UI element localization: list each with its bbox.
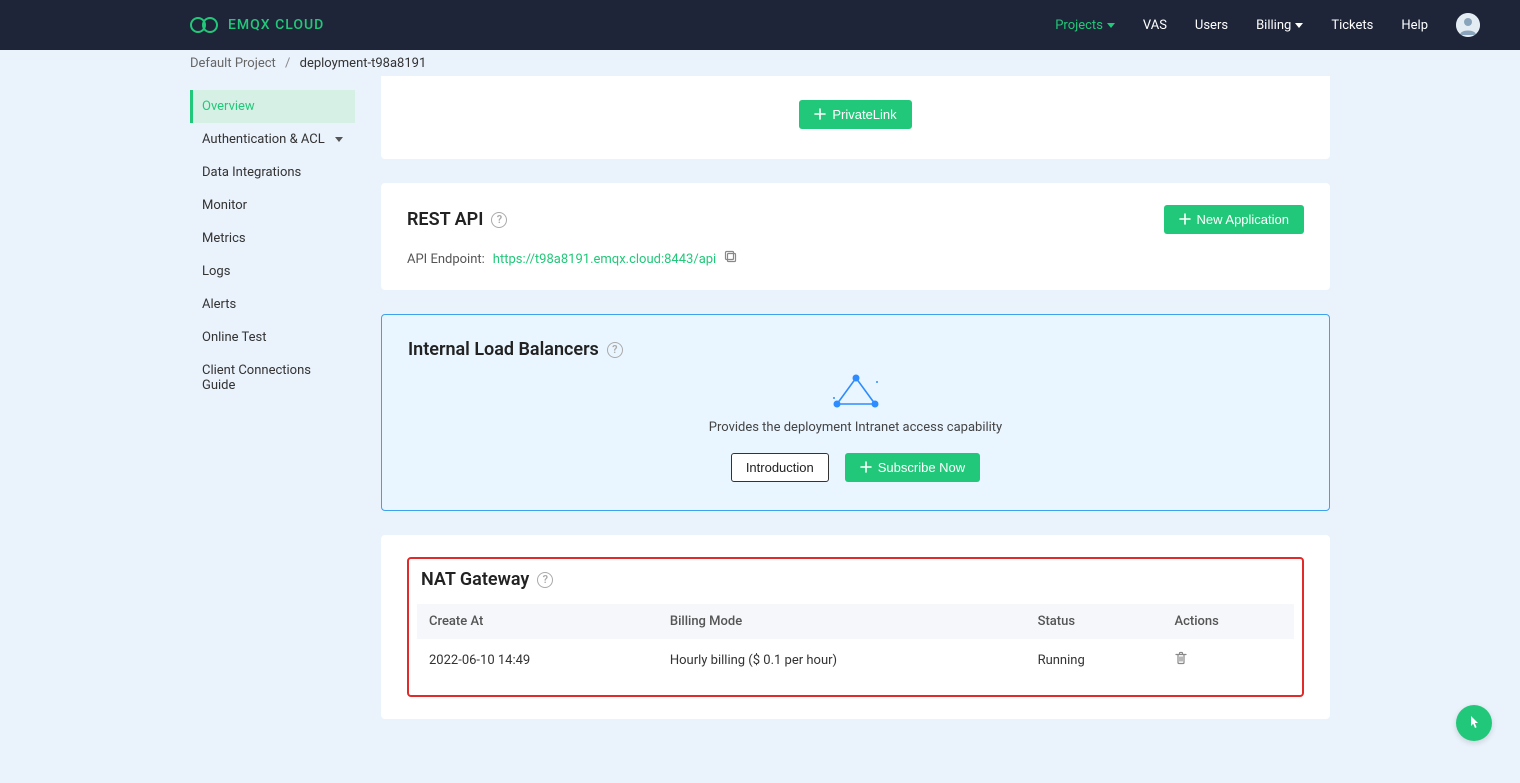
- new-application-button[interactable]: New Application: [1164, 205, 1305, 234]
- sidebar-item-label: Online Test: [202, 330, 266, 345]
- breadcrumb-bar: Default Project / deployment-t98a8191: [0, 50, 1520, 76]
- sidebar-item-auth-acl[interactable]: Authentication & ACL: [190, 123, 355, 156]
- plus-icon: [1179, 213, 1191, 227]
- trash-icon[interactable]: [1174, 654, 1188, 669]
- cell-created: 2022-06-10 14:49: [417, 639, 658, 681]
- sidebar-item-label: Logs: [202, 264, 230, 279]
- privatelink-button[interactable]: PrivateLink: [799, 100, 911, 129]
- internal-load-balancers-card: Internal Load Balancers ? Provides the d…: [381, 314, 1330, 511]
- brand-icon: [190, 15, 220, 35]
- col-created: Create At: [417, 604, 658, 639]
- introduction-button[interactable]: Introduction: [731, 453, 829, 482]
- api-endpoint-label: API Endpoint:: [407, 252, 485, 267]
- api-endpoint-link[interactable]: https://t98a8191.emqx.cloud:8443/api: [493, 252, 716, 267]
- caret-down-icon: [335, 137, 343, 142]
- breadcrumb-separator: /: [285, 56, 290, 71]
- cell-actions: [1162, 639, 1294, 681]
- breadcrumb-deployment[interactable]: deployment-t98a8191: [300, 56, 427, 71]
- plus-icon: [814, 108, 826, 122]
- sidebar-item-label: Client Connections Guide: [202, 363, 343, 393]
- sidebar-item-label: Authentication & ACL: [202, 132, 325, 147]
- button-label: Introduction: [746, 460, 814, 475]
- sidebar-item-monitor[interactable]: Monitor: [190, 189, 355, 222]
- table-row: 2022-06-10 14:49 Hourly billing ($ 0.1 p…: [417, 639, 1294, 681]
- button-label: New Application: [1197, 212, 1290, 227]
- sidebar-item-metrics[interactable]: Metrics: [190, 222, 355, 255]
- nav-billing[interactable]: Billing: [1256, 18, 1303, 33]
- nav-help[interactable]: Help: [1401, 18, 1428, 33]
- privatelink-card: PrivateLink: [381, 76, 1330, 159]
- avatar[interactable]: [1456, 13, 1480, 37]
- help-icon[interactable]: ?: [491, 212, 507, 228]
- col-billing: Billing Mode: [658, 604, 1026, 639]
- copy-icon[interactable]: [724, 250, 738, 268]
- rest-api-title: REST API ?: [407, 209, 507, 230]
- nav-vas[interactable]: VAS: [1143, 18, 1167, 33]
- nat-highlight-box: NAT Gateway ? Create At Billing Mode Sta…: [407, 557, 1304, 697]
- nat-gateway-card: NAT Gateway ? Create At Billing Mode Sta…: [381, 535, 1330, 719]
- breadcrumb-project[interactable]: Default Project: [190, 56, 276, 71]
- sidebar-item-logs[interactable]: Logs: [190, 255, 355, 288]
- top-nav: EMQX CLOUD Projects VAS Users Billing Ti…: [0, 0, 1520, 50]
- caret-down-icon: [1295, 23, 1303, 28]
- nav-users[interactable]: Users: [1195, 18, 1228, 33]
- sidebar-item-data-integrations[interactable]: Data Integrations: [190, 156, 355, 189]
- ilb-caption: Provides the deployment Intranet access …: [408, 420, 1303, 435]
- sidebar-item-label: Monitor: [202, 198, 247, 213]
- pointer-icon: [1465, 714, 1483, 732]
- nat-table: Create At Billing Mode Status Actions 20…: [417, 604, 1294, 681]
- nav-tickets[interactable]: Tickets: [1331, 18, 1373, 33]
- col-actions: Actions: [1162, 604, 1294, 639]
- rest-api-card: REST API ? New Application API Endpoint:…: [381, 183, 1330, 290]
- help-icon[interactable]: ?: [537, 572, 553, 588]
- sidebar-item-client-connections-guide[interactable]: Client Connections Guide: [190, 354, 355, 402]
- table-header-row: Create At Billing Mode Status Actions: [417, 604, 1294, 639]
- nat-title: NAT Gateway ?: [417, 569, 1294, 590]
- floating-help-button[interactable]: [1456, 705, 1492, 741]
- help-icon[interactable]: ?: [607, 342, 623, 358]
- plus-icon: [860, 461, 872, 475]
- ilb-diagram-icon: [408, 374, 1303, 410]
- subscribe-now-button[interactable]: Subscribe Now: [845, 453, 980, 482]
- sidebar-item-label: Data Integrations: [202, 165, 301, 180]
- sidebar-item-alerts[interactable]: Alerts: [190, 288, 355, 321]
- brand-logo[interactable]: EMQX CLOUD: [190, 15, 324, 35]
- col-status: Status: [1026, 604, 1163, 639]
- ilb-title: Internal Load Balancers ?: [408, 339, 1303, 360]
- sidebar-item-label: Metrics: [202, 231, 246, 246]
- nav-projects[interactable]: Projects: [1055, 18, 1115, 33]
- sidebar: Overview Authentication & ACL Data Integ…: [190, 86, 355, 402]
- button-label: PrivateLink: [832, 107, 896, 122]
- sidebar-item-online-test[interactable]: Online Test: [190, 321, 355, 354]
- cell-billing: Hourly billing ($ 0.1 per hour): [658, 639, 1026, 681]
- button-label: Subscribe Now: [878, 460, 965, 475]
- main-content: PrivateLink REST API ? New Application: [381, 86, 1330, 783]
- breadcrumb: Default Project / deployment-t98a8191: [0, 56, 1520, 71]
- caret-down-icon: [1107, 23, 1115, 28]
- brand-text: EMQX CLOUD: [228, 17, 324, 33]
- sidebar-item-label: Overview: [202, 99, 255, 114]
- sidebar-item-label: Alerts: [202, 297, 236, 312]
- sidebar-item-overview[interactable]: Overview: [190, 90, 355, 123]
- cell-status: Running: [1026, 639, 1163, 681]
